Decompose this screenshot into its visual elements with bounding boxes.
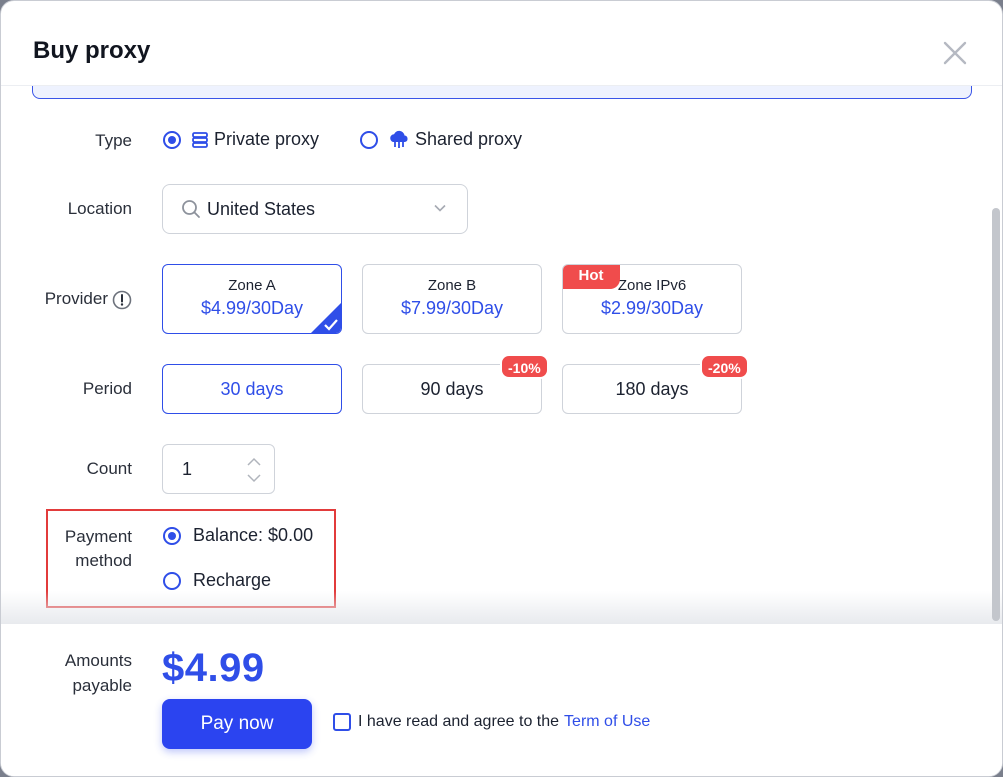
provider-card-zone-b[interactable]: Zone B $7.99/30Day <box>362 264 542 334</box>
payment-method-label: Payment method <box>22 525 132 573</box>
count-stepper[interactable] <box>244 451 264 489</box>
type-shared-label: Shared proxy <box>415 129 523 149</box>
location-select[interactable]: United States <box>162 184 468 234</box>
payment-recharge-label: Recharge <box>193 570 272 590</box>
provider-price: $2.99/30Day <box>600 298 704 318</box>
amount-value: $4.99 <box>162 646 265 690</box>
hot-badge: Hot <box>563 265 620 289</box>
server-icon <box>191 131 209 149</box>
pay-now-button[interactable]: Pay now <box>162 699 312 749</box>
provider-card-zone-ipv6[interactable]: Hot Zone IPv6 $2.99/30Day <box>562 264 742 334</box>
radio-recharge[interactable] <box>163 571 181 590</box>
dialog-footer: Amounts payable $4.99 Pay now I have rea… <box>1 624 1002 776</box>
chevron-down-icon <box>433 201 447 215</box>
location-label: Location <box>67 199 132 218</box>
discount-badge: -10% <box>500 354 549 379</box>
terms-agreement: I have read and agree to the Term of Use <box>333 713 650 731</box>
close-icon[interactable] <box>941 39 969 67</box>
amount-payable-label: Amounts payable <box>22 648 132 698</box>
search-icon <box>181 199 201 219</box>
form-scroll-area[interactable]: Type Private proxy Shared proxy Location… <box>1 86 1002 624</box>
type-option-private[interactable]: Private proxy <box>163 129 319 150</box>
payment-label-line2: method <box>75 551 132 570</box>
period-label: Period <box>82 379 132 398</box>
amount-label-line1: Amounts <box>64 651 132 670</box>
provider-label: Provider <box>22 287 132 311</box>
buy-proxy-dialog: Buy proxy Type Private proxy Shared prox… <box>0 0 1003 777</box>
period-option-30[interactable]: 30 days <box>162 364 342 414</box>
payment-label-line1: Payment <box>64 527 132 546</box>
type-label: Type <box>95 131 132 150</box>
provider-zone-name: Zone B <box>427 277 477 294</box>
terms-link[interactable]: Term of Use <box>564 713 650 731</box>
amount-label-line2: payable <box>72 676 132 695</box>
dialog-title: Buy proxy <box>33 37 151 64</box>
cloud-icon <box>388 130 410 150</box>
radio-private[interactable] <box>163 130 181 149</box>
discount-badge: -20% <box>700 354 749 379</box>
payment-option-recharge[interactable]: Recharge <box>163 570 271 591</box>
type-private-label: Private proxy <box>214 129 320 149</box>
payment-option-balance[interactable]: Balance: $0.00 <box>163 525 313 546</box>
provider-label-text: Provider <box>44 289 108 308</box>
radio-balance[interactable] <box>163 526 181 545</box>
provider-card-zone-a[interactable]: Zone A $4.99/30Day <box>162 264 342 334</box>
radio-shared[interactable] <box>360 130 378 149</box>
type-option-shared[interactable]: Shared proxy <box>360 129 522 150</box>
payment-balance-label: Balance: $0.00 <box>193 525 314 545</box>
provider-price: $7.99/30Day <box>400 298 504 318</box>
selected-check-icon <box>310 302 341 333</box>
location-value: United States <box>207 198 316 219</box>
agree-checkbox[interactable] <box>333 713 351 731</box>
provider-zone-name: Zone A <box>228 277 276 294</box>
scroll-fade <box>1 591 1002 624</box>
count-label: Count <box>86 459 132 478</box>
notice-box <box>32 86 972 99</box>
scrollbar[interactable] <box>992 208 1000 621</box>
info-icon[interactable] <box>112 290 132 310</box>
agree-text: I have read and agree to the <box>358 713 560 730</box>
